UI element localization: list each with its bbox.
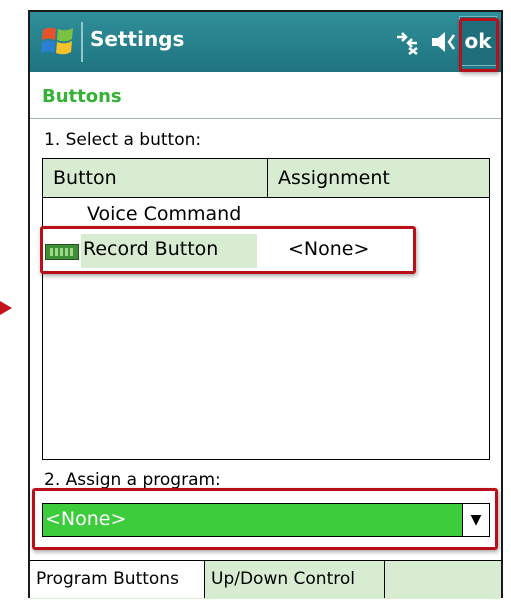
title-separator [81, 22, 83, 62]
column-header-assignment[interactable]: Assignment [268, 159, 489, 197]
tab-bar: Program Buttons Up/Down Control [30, 560, 501, 599]
column-header-button[interactable]: Button [43, 159, 267, 197]
annotation-arrow [0, 301, 12, 315]
section-header: Buttons [30, 72, 501, 119]
list-item-name: Voice Command [87, 203, 242, 225]
listview-header: Button Assignment [43, 159, 489, 198]
tab-up-down-control[interactable]: Up/Down Control [205, 561, 385, 598]
device-screen: Settings ok Buttons 1. Select a button: … [28, 10, 503, 599]
speaker-icon[interactable] [430, 30, 460, 54]
row-highlight-box [40, 226, 416, 274]
assign-program-label: 2. Assign a program: [44, 470, 221, 490]
dropdown-highlight-box [32, 488, 498, 550]
connectivity-icon[interactable] [393, 29, 421, 55]
buttons-listview[interactable]: Button Assignment Voice Command Record B… [42, 158, 490, 460]
window-title: Settings [90, 27, 185, 51]
select-button-label: 1. Select a button: [44, 130, 202, 150]
section-title: Buttons [42, 86, 122, 107]
title-bar: Settings ok [30, 12, 501, 72]
tab-program-buttons[interactable]: Program Buttons [30, 561, 205, 598]
windows-flag-icon[interactable] [40, 24, 76, 58]
ok-highlight-box [459, 18, 499, 72]
